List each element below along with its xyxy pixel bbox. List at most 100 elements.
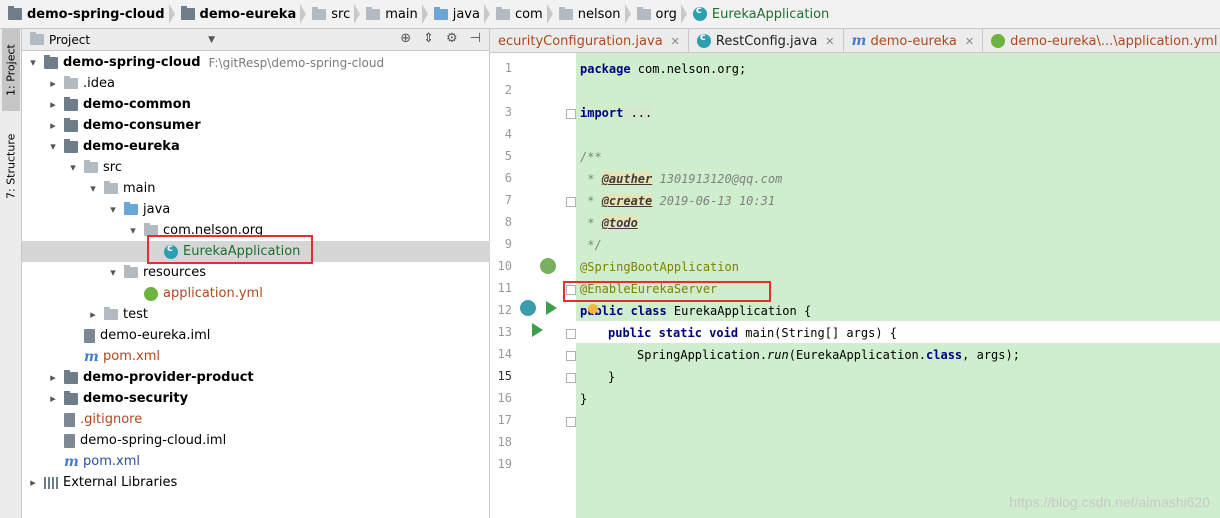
line-number: 10 bbox=[497, 259, 512, 273]
line-number: 12 bbox=[497, 303, 512, 317]
breadcrumb-label: demo-spring-cloud bbox=[27, 6, 165, 22]
close-tab-icon[interactable]: ✕ bbox=[965, 35, 974, 48]
tree-item[interactable]: ▾ java bbox=[22, 199, 490, 220]
ide-window: demo-spring-cloud demo-eureka src main java c… bbox=[0, 0, 1220, 518]
tree-item[interactable]: ▸ .idea bbox=[22, 73, 490, 94]
breadcrumb-item[interactable]: com bbox=[488, 0, 553, 29]
spring-config-icon bbox=[991, 34, 1006, 48]
expand-arrow-icon[interactable]: ▾ bbox=[66, 161, 80, 174]
folder-icon bbox=[84, 160, 98, 173]
fold-marker-icon[interactable] bbox=[566, 329, 576, 339]
project-panel: Project ▼ ⊕ ⇕ ⚙ ⊣ ▾ demo-spring-cloud F:\g… bbox=[22, 29, 490, 518]
tree-item[interactable]: ▸ demo-security bbox=[22, 388, 490, 409]
module-icon bbox=[180, 6, 195, 20]
editor-tab[interactable]: demo-eureka\...\application.yml✕ bbox=[983, 29, 1220, 52]
tree-item[interactable]: ▾ main bbox=[22, 178, 490, 199]
fold-marker-icon[interactable] bbox=[566, 109, 576, 119]
lightbulb-icon[interactable] bbox=[588, 304, 598, 314]
run-icon[interactable] bbox=[546, 301, 557, 315]
line-number: 7 bbox=[504, 193, 512, 207]
expand-arrow-icon[interactable]: ▾ bbox=[46, 140, 60, 153]
tree-item[interactable]: ▸ test bbox=[22, 304, 490, 325]
module-icon bbox=[64, 96, 78, 111]
expand-arrow-icon[interactable]: ▾ bbox=[26, 56, 40, 69]
tree-item[interactable]: .gitignore bbox=[22, 409, 490, 430]
code-line-18: } bbox=[580, 392, 588, 406]
code-editor[interactable]: 1 2 3 4 5 6 7 8 9 10 11 12 13 14 15 16 17 18 19 package co… bbox=[490, 53, 1220, 518]
bean-icon[interactable] bbox=[520, 300, 536, 316]
breadcrumb-item[interactable]: nelson bbox=[551, 0, 631, 29]
fold-marker-icon[interactable] bbox=[566, 197, 576, 207]
fold-marker-icon[interactable] bbox=[566, 373, 576, 383]
code-line-9: * @create 2019-06-13 10:31 bbox=[580, 194, 776, 208]
line-number: 6 bbox=[504, 171, 512, 185]
line-number: 19 bbox=[497, 457, 512, 471]
breadcrumb-item[interactable]: demo-eureka bbox=[173, 0, 306, 29]
source-folder-icon bbox=[124, 202, 138, 215]
tree-item[interactable]: ▾ demo-spring-cloud F:\gitResp\demo-spring… bbox=[22, 52, 490, 73]
fold-marker-icon[interactable] bbox=[566, 417, 576, 427]
collapse-arrow-icon[interactable]: ▸ bbox=[46, 371, 60, 384]
expand-arrow-icon[interactable]: ▾ bbox=[106, 203, 120, 216]
tree-item-label: application.yml bbox=[163, 286, 263, 301]
project-panel-title: Project bbox=[49, 32, 91, 47]
run-main-icon[interactable] bbox=[532, 323, 543, 337]
tree-item[interactable]: demo-eureka.iml bbox=[22, 325, 490, 346]
iml-file-icon bbox=[64, 433, 75, 448]
breadcrumb-item[interactable]: EurekaApplication bbox=[685, 0, 837, 29]
code-line-14: public class EurekaApplication { bbox=[580, 304, 812, 318]
collapse-arrow-icon[interactable]: ▸ bbox=[46, 98, 60, 111]
breadcrumb-label: com bbox=[514, 6, 543, 22]
expand-arrow-icon[interactable]: ▾ bbox=[106, 266, 120, 279]
tree-item[interactable]: ▾ src bbox=[22, 157, 490, 178]
tree-item[interactable]: m pom.xml bbox=[22, 346, 490, 367]
breadcrumb-item[interactable]: src bbox=[304, 0, 361, 29]
collapse-arrow-icon[interactable]: ▸ bbox=[46, 119, 60, 132]
breadcrumb-label: EurekaApplication bbox=[711, 6, 830, 22]
close-tab-icon[interactable]: ✕ bbox=[825, 35, 834, 48]
editor-tab[interactable]: RestConfig.java ✕ bbox=[689, 29, 844, 52]
expand-arrow-icon[interactable]: ▾ bbox=[126, 224, 140, 237]
collapse-arrow-icon[interactable]: ▸ bbox=[46, 392, 60, 405]
tree-item[interactable]: ▾ resources bbox=[22, 262, 490, 283]
editor-tab[interactable]: m demo-eureka ✕ bbox=[844, 29, 984, 52]
editor-tab-label: demo-eureka bbox=[870, 33, 957, 49]
breadcrumb-item[interactable]: demo-spring-cloud bbox=[0, 0, 175, 29]
breadcrumb-item[interactable]: org bbox=[629, 0, 688, 29]
tree-item[interactable]: ▸ demo-common bbox=[22, 94, 490, 115]
collapse-arrow-icon[interactable]: ▸ bbox=[46, 77, 60, 90]
module-icon bbox=[64, 390, 78, 405]
class-icon bbox=[696, 32, 711, 48]
tree-item[interactable]: ▸ demo-provider-product bbox=[22, 367, 490, 388]
breadcrumb-item[interactable]: main bbox=[358, 0, 429, 29]
project-tool-tab[interactable]: 1: Project bbox=[2, 29, 20, 111]
tree-item-label: resources bbox=[143, 265, 207, 280]
tree-item-label: demo-spring-cloud bbox=[63, 55, 201, 70]
folder-icon bbox=[64, 76, 78, 89]
collapse-arrow-icon[interactable]: ▸ bbox=[86, 308, 100, 321]
tree-item-label: src bbox=[103, 160, 122, 175]
gear-icon[interactable]: ⚙ bbox=[446, 31, 458, 46]
tree-item[interactable]: ▸ demo-consumer bbox=[22, 115, 490, 136]
spring-context-icon[interactable] bbox=[540, 258, 556, 274]
locate-icon[interactable]: ⊕ bbox=[400, 31, 411, 46]
spring-config-icon bbox=[144, 286, 158, 301]
tree-item[interactable]: ▸ External Libraries bbox=[22, 472, 490, 493]
fold-marker-icon[interactable] bbox=[566, 351, 576, 361]
view-dropdown-icon[interactable]: ▼ bbox=[208, 35, 215, 45]
editor-tab[interactable]: ecurityConfiguration.java ✕ bbox=[490, 29, 689, 52]
tree-item[interactable]: ▾ demo-eureka bbox=[22, 136, 490, 157]
tree-item[interactable]: m pom.xml bbox=[22, 451, 490, 472]
expand-arrow-icon[interactable]: ▾ bbox=[86, 182, 100, 195]
close-tab-icon[interactable]: ✕ bbox=[671, 35, 680, 48]
collapse-all-icon[interactable]: ⇕ bbox=[423, 31, 434, 46]
tree-item[interactable]: application.yml bbox=[22, 283, 490, 304]
maven-icon: m bbox=[64, 453, 79, 470]
breadcrumb-item[interactable]: java bbox=[426, 0, 491, 29]
structure-tool-tab[interactable]: 7: Structure bbox=[2, 121, 20, 211]
hide-icon[interactable]: ⊣ bbox=[470, 31, 481, 46]
collapse-arrow-icon[interactable]: ▸ bbox=[26, 476, 40, 489]
breadcrumb-label: demo-eureka bbox=[199, 6, 297, 22]
tree-item[interactable]: demo-spring-cloud.iml bbox=[22, 430, 490, 451]
tree-item-path: F:\gitResp\demo-spring-cloud bbox=[208, 55, 385, 70]
